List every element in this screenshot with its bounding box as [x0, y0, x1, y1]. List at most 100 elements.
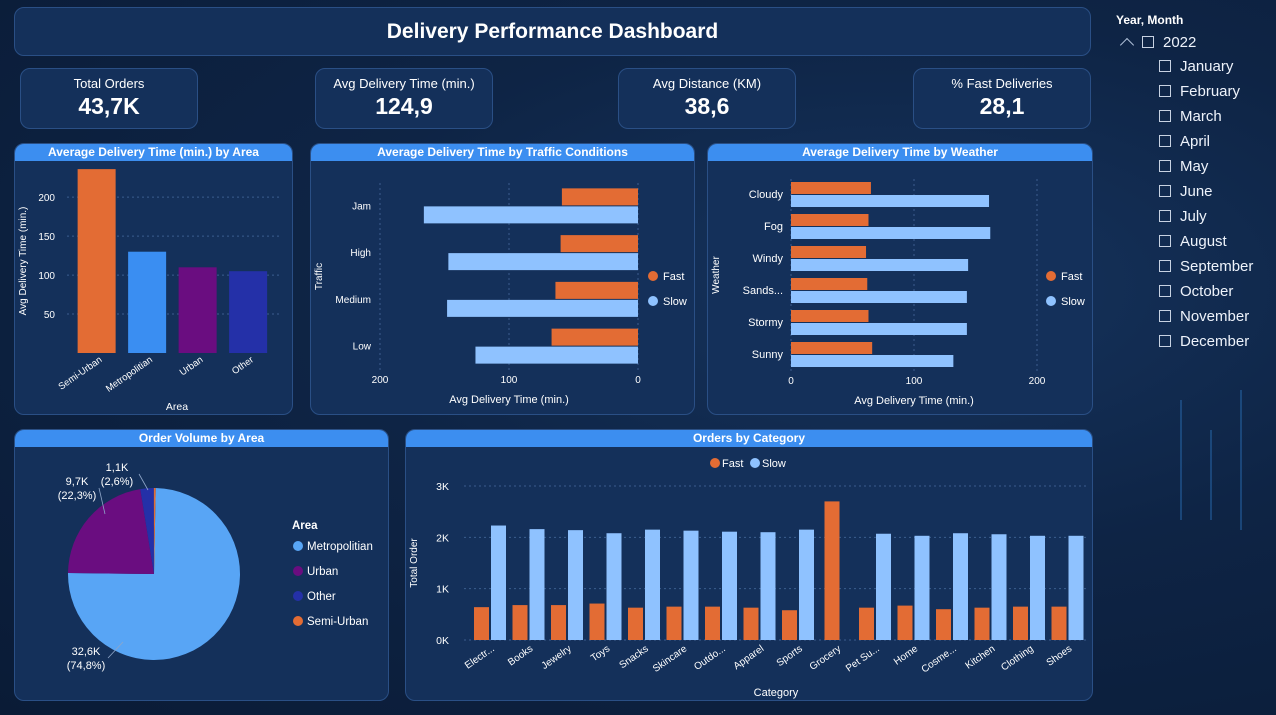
month-checkbox[interactable]	[1159, 310, 1171, 322]
chevron-up-icon[interactable]	[1119, 37, 1135, 53]
bar-slow-fog[interactable]	[791, 227, 991, 239]
chart-volume-panel[interactable]: Order Volume by Area 32,6K (74,8%) 9,7K (22…	[14, 429, 389, 701]
slicer-month-september[interactable]: September	[1159, 256, 1253, 276]
volume-pie-chart[interactable]: 32,6K (74,8%) 9,7K (22,3%) 1,1K (2,6%) Area Met…	[15, 430, 389, 701]
area-bar-chart[interactable]: 50 100 150 200 Semi-Urban Metropolitian Urban O…	[15, 144, 293, 415]
bar-fast-fog[interactable]	[791, 214, 869, 226]
slicer-month-january[interactable]: January	[1159, 56, 1233, 76]
kpi-avg-delivery-time[interactable]: Avg Delivery Time (min.) 124,9	[315, 68, 493, 129]
pie-percent-label: (2,6%)	[101, 476, 133, 488]
bar-slow-low[interactable]	[475, 346, 638, 364]
weather-bar-chart[interactable]: 0 100 200 Cloudy Fog Windy Sands... Stormy Sunny…	[708, 144, 1093, 415]
bar-slow-windy[interactable]	[791, 259, 969, 271]
month-checkbox[interactable]	[1159, 285, 1171, 297]
bar-fast-windy[interactable]	[791, 246, 867, 258]
bar-fast-jewelry[interactable]	[551, 605, 566, 640]
month-checkbox[interactable]	[1159, 335, 1171, 347]
chart-category-panel[interactable]: Orders by Category 0K 1K 2K 3K Electr... Book…	[405, 429, 1093, 701]
year-checkbox[interactable]	[1142, 36, 1154, 48]
month-checkbox[interactable]	[1159, 160, 1171, 172]
traffic-bar-chart[interactable]: 200 100 0 Jam High Medium Low Fast Slow Avg Deliv…	[311, 144, 695, 415]
chart-area-panel[interactable]: Average Delivery Time (min.) by Area 50 1…	[14, 143, 293, 415]
slicer-month-april[interactable]: April	[1159, 131, 1210, 151]
bar-fast-grocery[interactable]	[824, 501, 840, 640]
bar-slow-cosme[interactable]	[953, 533, 968, 640]
chart-weather-panel[interactable]: Average Delivery Time by Weather 0 100 200…	[707, 143, 1093, 415]
bar-slow-books[interactable]	[529, 529, 545, 640]
bar-fast-cloudy[interactable]	[791, 182, 871, 194]
bar-slow-apparel[interactable]	[760, 532, 776, 640]
slicer-month-november[interactable]: November	[1159, 306, 1249, 326]
category-bar-chart[interactable]: 0K1K2K3KElectr... Books Jewelry Toys Snacks S…	[406, 430, 1093, 701]
bar-slow-toys[interactable]	[606, 533, 622, 640]
bar-fast-jam[interactable]	[561, 188, 638, 206]
kpi-fast-deliveries[interactable]: % Fast Deliveries 28,1	[913, 68, 1091, 129]
bar-fast-skincare[interactable]	[666, 606, 682, 640]
bar-slow-high[interactable]	[448, 253, 638, 271]
slicer-month-february[interactable]: February	[1159, 81, 1240, 101]
slicer-month-july[interactable]: July	[1159, 206, 1207, 226]
month-checkbox[interactable]	[1159, 185, 1171, 197]
month-checkbox[interactable]	[1159, 60, 1171, 72]
bar-slow-clothing[interactable]	[1030, 535, 1045, 640]
bar-fast-sunny[interactable]	[791, 342, 873, 354]
bar-slow-petsu[interactable]	[876, 533, 891, 640]
bar-slow-sports[interactable]	[799, 529, 814, 640]
legend-label: Slow	[762, 458, 786, 470]
bar-fast-sports[interactable]	[782, 610, 797, 640]
bar-fast-apparel[interactable]	[743, 607, 759, 640]
bar-slow-stormy[interactable]	[791, 323, 967, 335]
bar-fast-high[interactable]	[560, 235, 638, 253]
bar-fast-kitchen[interactable]	[974, 607, 990, 640]
year-month-slicer[interactable]: Year, Month 2022 January February March Apr…	[1108, 8, 1276, 368]
bar-slow-skincare[interactable]	[683, 530, 699, 640]
month-checkbox[interactable]	[1159, 85, 1171, 97]
bar-other[interactable]	[229, 271, 268, 353]
slicer-month-august[interactable]: August	[1159, 231, 1227, 251]
bar-slow-outdo[interactable]	[722, 531, 737, 640]
bar-fast-stormy[interactable]	[791, 310, 869, 322]
month-checkbox[interactable]	[1159, 210, 1171, 222]
slicer-month-march[interactable]: March	[1159, 106, 1222, 126]
month-checkbox[interactable]	[1159, 135, 1171, 147]
kpi-total-orders[interactable]: Total Orders 43,7K	[20, 68, 198, 129]
bar-fast-books[interactable]	[512, 605, 528, 640]
bar-urban[interactable]	[178, 267, 217, 353]
bar-slow-sands[interactable]	[791, 291, 967, 303]
kpi-label: Avg Delivery Time (min.)	[333, 76, 475, 91]
bar-fast-shoes[interactable]	[1051, 606, 1067, 640]
bar-semi-urban[interactable]	[77, 169, 116, 353]
chart-traffic-panel[interactable]: Average Delivery Time by Traffic Conditi…	[310, 143, 695, 415]
slicer-month-december[interactable]: December	[1159, 331, 1249, 351]
bar-fast-home[interactable]	[897, 605, 913, 640]
bar-fast-toys[interactable]	[589, 603, 605, 640]
month-checkbox[interactable]	[1159, 260, 1171, 272]
bar-slow-kitchen[interactable]	[991, 534, 1007, 640]
slicer-month-june[interactable]: June	[1159, 181, 1213, 201]
slicer-month-may[interactable]: May	[1159, 156, 1208, 176]
bar-slow-electr[interactable]	[491, 525, 506, 640]
bar-slow-snacks[interactable]	[645, 529, 660, 640]
slicer-year-row[interactable]: 2022	[1119, 32, 1196, 53]
bar-slow-shoes[interactable]	[1068, 535, 1084, 640]
month-checkbox[interactable]	[1159, 110, 1171, 122]
month-checkbox[interactable]	[1159, 235, 1171, 247]
bar-fast-petsu[interactable]	[859, 607, 874, 640]
bar-metropolitian[interactable]	[128, 251, 167, 353]
kpi-avg-distance[interactable]: Avg Distance (KM) 38,6	[618, 68, 796, 129]
slicer-month-october[interactable]: October	[1159, 281, 1233, 301]
bar-fast-clothing[interactable]	[1013, 606, 1028, 640]
bar-slow-jewelry[interactable]	[568, 530, 583, 640]
bar-fast-cosme[interactable]	[936, 609, 951, 640]
bar-fast-low[interactable]	[551, 328, 638, 346]
bar-slow-home[interactable]	[914, 535, 930, 640]
bar-slow-jam[interactable]	[423, 206, 638, 224]
bar-fast-medium[interactable]	[555, 281, 638, 299]
bar-slow-sunny[interactable]	[791, 355, 954, 367]
bar-slow-medium[interactable]	[447, 299, 638, 317]
bar-fast-electr[interactable]	[474, 607, 489, 640]
bar-fast-sands[interactable]	[791, 278, 868, 290]
bar-fast-outdo[interactable]	[705, 606, 720, 640]
bar-slow-cloudy[interactable]	[791, 195, 990, 207]
bar-fast-snacks[interactable]	[628, 607, 643, 640]
